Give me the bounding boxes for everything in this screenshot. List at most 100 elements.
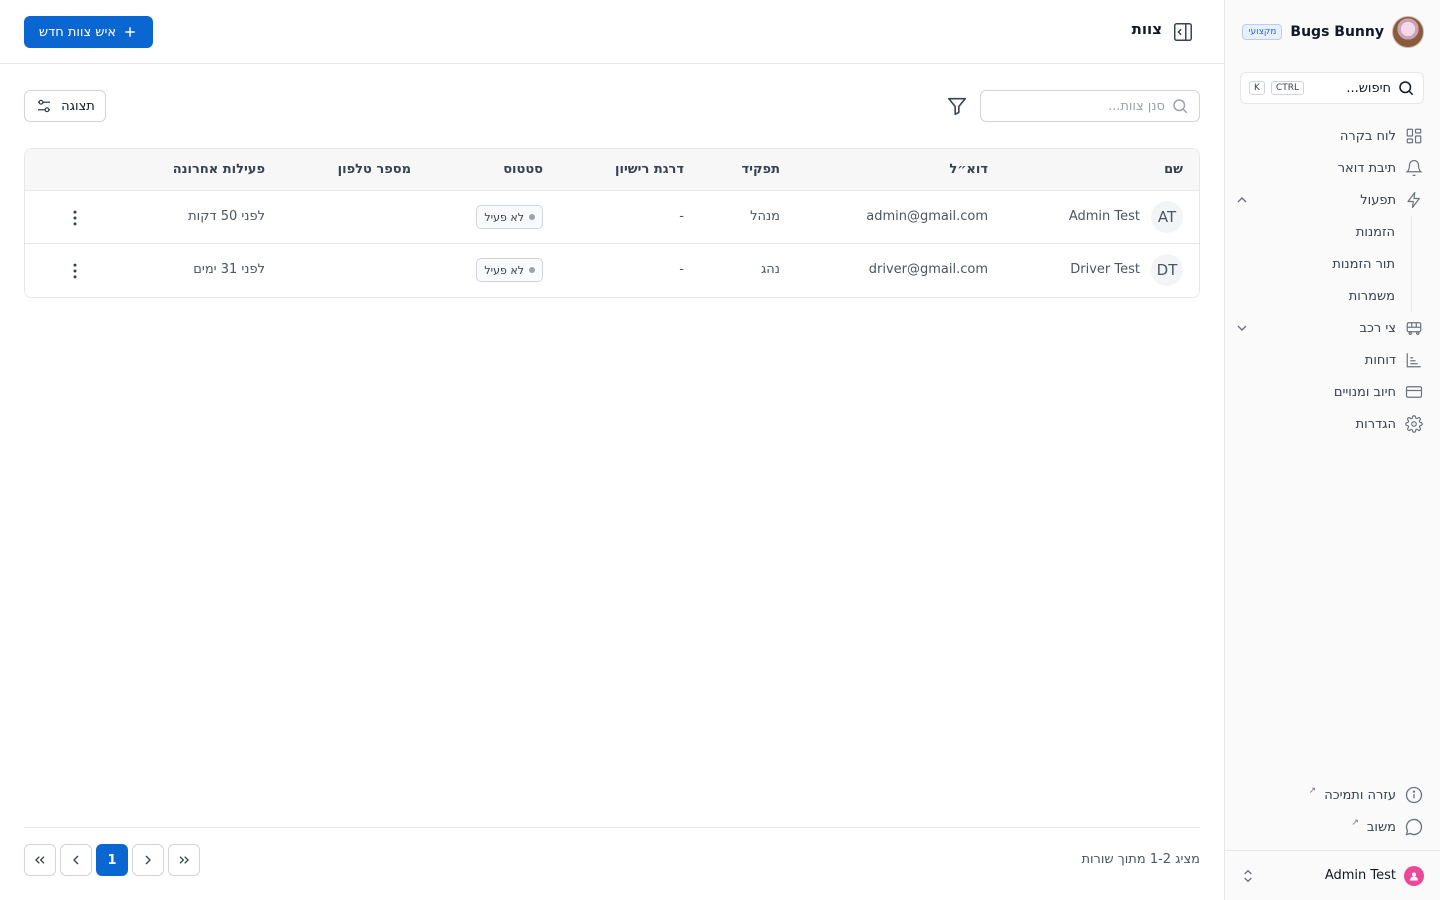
cell-name: Admin Test [1068,209,1140,224]
filter-field[interactable] [980,90,1200,122]
cell-last-activity: לפני 50 דקות [188,209,265,224]
search-icon [1397,79,1415,97]
sidebar-toggle-icon[interactable] [1172,21,1194,43]
col-status[interactable]: סטטוס [503,162,543,177]
user-avatar [1404,865,1424,886]
col-role[interactable]: תפקיד [742,162,780,177]
chevron-left-icon [73,855,79,865]
add-staff-button[interactable]: איש צוות חדש [24,16,153,48]
more-vertical-icon[interactable] [65,208,85,228]
plus-icon [122,24,138,40]
filter-icon[interactable] [946,95,968,117]
chart-icon [1404,350,1424,370]
chevrons-left-icon [35,856,45,864]
col-name[interactable]: שם [1164,162,1183,177]
brand[interactable]: Bugs Bunny מקצועי [1242,16,1424,48]
status-dot [529,214,535,220]
gear-icon [1404,414,1424,434]
status-badge: לא פעיל [476,205,543,229]
chevrons-right-icon [179,856,189,864]
footer-links: עזרה ותמיכה ↗ משוב ↗ [1240,779,1424,843]
nav-item-dashboard[interactable]: לוח בקרה [1240,120,1424,152]
cell-role: מנהל [750,209,780,224]
subnav-item-shifts[interactable]: משמרות [1240,280,1411,312]
nav-item-billing[interactable]: חיוב ומנויים [1240,376,1424,408]
avatar: AT [1151,201,1183,233]
cell-last-activity: לפני 31 ימים [193,262,265,277]
sidebar: Bugs Bunny מקצועי חיפוש... CTRL K לוח בק… [1224,0,1440,900]
filter-input[interactable] [1015,98,1165,114]
credit-card-icon [1404,382,1424,402]
page-button-current[interactable]: 1 [96,844,128,876]
search-label: חיפוש... [1346,80,1391,96]
chevron-up-icon[interactable] [1232,190,1252,210]
nav-label-fleet: צי רכב [1359,320,1396,336]
main-nav: לוח בקרה תיבת דואר תפעול הזמנות תור הזמנ… [1237,120,1424,440]
kbd-k: K [1249,81,1265,95]
pagination: 1 [24,844,200,876]
cell-email: admin@gmail.com [866,209,988,224]
user-name: Admin Test [1324,868,1396,883]
sliders-icon [35,97,53,115]
message-icon [1404,817,1424,837]
first-page-button[interactable] [168,844,200,876]
col-license[interactable]: דרגת רישיון [615,162,684,177]
cell-license: - [679,209,684,224]
plan-badge: מקצועי [1242,24,1283,40]
more-vertical-icon[interactable] [65,261,85,281]
bell-icon [1404,158,1424,178]
chevron-down-icon[interactable] [1232,318,1252,338]
view-label: תצוגה [61,98,95,114]
help-link[interactable]: עזרה ותמיכה ↗ [1240,779,1424,811]
cell-license: - [679,262,684,277]
nav-item-reports[interactable]: דוחות [1240,344,1424,376]
chevrons-up-down-icon [1240,868,1256,884]
nav-item-settings[interactable]: הגדרות [1240,408,1424,440]
lightning-icon [1404,190,1424,210]
nav-label-dashboard: לוח בקרה [1339,128,1396,144]
subnav-item-orders[interactable]: הזמנות [1240,216,1411,248]
col-email[interactable]: דוא״ל [949,162,988,177]
table-row[interactable]: AT Admin Test admin@gmail.com מנהל - לא … [25,191,1199,244]
search-icon [1171,97,1189,115]
rows-summary: מציג 1-2 מתוך שורות [1081,852,1200,867]
prev-page-button[interactable] [132,844,164,876]
nav-label-reports: דוחות [1364,352,1396,368]
chevron-right-icon [145,855,151,865]
status-label: לא פעיל [484,263,524,277]
view-options-button[interactable]: תצוגה [24,90,106,122]
cell-role: נהג [760,262,780,277]
nav-item-operations[interactable]: תפעול [1237,184,1424,216]
cell-email: driver@gmail.com [868,262,988,277]
feedback-link[interactable]: משוב ↗ [1240,811,1424,843]
dashboard-icon [1404,126,1424,146]
col-last-activity[interactable]: פעילות אחרונה [173,162,265,177]
last-page-button[interactable] [24,844,56,876]
org-avatar [1392,16,1424,48]
nav-item-fleet[interactable]: צי רכב [1237,312,1424,344]
cell-name: Driver Test [1070,262,1140,277]
next-page-button[interactable] [60,844,92,876]
avatar: DT [1151,254,1183,286]
org-name: Bugs Bunny [1290,24,1384,40]
add-staff-label: איש צוות חדש [38,24,117,40]
user-menu[interactable]: Admin Test [1224,850,1440,900]
search-button[interactable]: חיפוש... CTRL K [1240,72,1424,104]
bus-icon [1404,318,1424,338]
status-label: לא פעיל [484,210,524,224]
nav-label-billing: חיוב ומנויים [1333,384,1396,400]
main-content: צוות איש צוות חדש תצוגה שם דוא״ל תפקיד ד… [0,0,1224,900]
footer-divider [24,827,1200,828]
kbd-ctrl: CTRL [1270,81,1304,95]
subnav-item-order-queue[interactable]: תור הזמנות [1240,248,1411,280]
col-phone[interactable]: מספר טלפון [338,162,411,177]
nav-label-settings: הגדרות [1355,416,1396,432]
table-row[interactable]: DT Driver Test driver@gmail.com נהג - לא… [25,244,1199,297]
help-label: עזרה ותמיכה [1324,787,1396,803]
page-header: צוות איש צוות חדש [0,0,1224,64]
page-title: צוות [1131,20,1162,38]
operations-subnav: הזמנות תור הזמנות משמרות [1240,216,1412,312]
external-link-icon: ↗ [1351,818,1359,828]
staff-table: שם דוא״ל תפקיד דרגת רישיון סטטוס מספר טל… [24,148,1200,298]
nav-item-inbox[interactable]: תיבת דואר [1240,152,1424,184]
